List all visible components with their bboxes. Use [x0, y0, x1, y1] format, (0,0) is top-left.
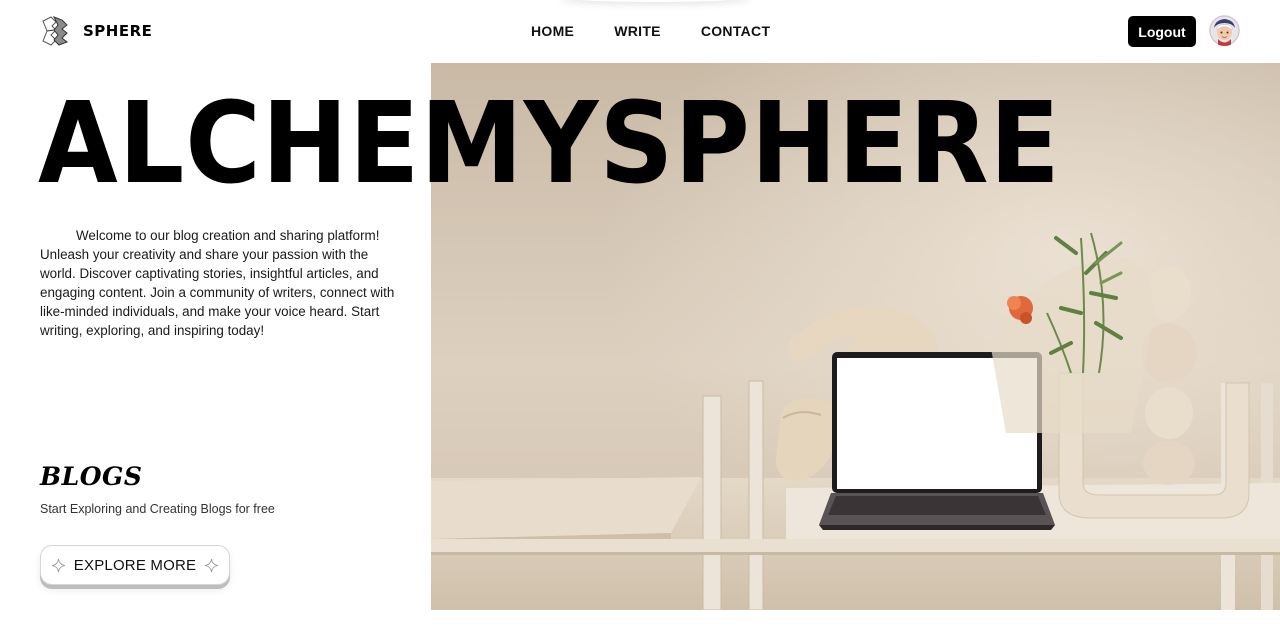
- blogs-heading: BLOGS: [40, 462, 143, 491]
- explore-more-label: EXPLORE MORE: [73, 556, 197, 574]
- nav-link-contact[interactable]: CONTACT: [701, 23, 771, 39]
- hero-title: ALCHEMYSPHERE: [38, 79, 1061, 209]
- logout-button[interactable]: Logout: [1128, 16, 1196, 47]
- nav-decoration: [560, 0, 750, 2]
- nav-links: HOME WRITE CONTACT: [531, 23, 770, 39]
- blogs-subtitle: Start Exploring and Creating Blogs for f…: [40, 502, 275, 516]
- user-avatar-icon[interactable]: [1209, 15, 1240, 46]
- brand[interactable]: SPHERE: [40, 16, 152, 46]
- sparkle-icon: [51, 558, 65, 572]
- sparkle-icon: [205, 558, 219, 572]
- hero-intro-text: Welcome to our blog creation and sharing…: [40, 228, 395, 338]
- page: SPHERE HOME WRITE CONTACT Logout ALCHEMY…: [0, 0, 1280, 625]
- sphere-logo-icon: [42, 16, 68, 46]
- explore-more-button[interactable]: EXPLORE MORE: [40, 545, 230, 585]
- nav-link-write[interactable]: WRITE: [614, 23, 661, 39]
- brand-name: SPHERE: [83, 22, 153, 40]
- nav-link-home[interactable]: HOME: [531, 23, 574, 39]
- navbar: SPHERE HOME WRITE CONTACT Logout: [0, 0, 1280, 62]
